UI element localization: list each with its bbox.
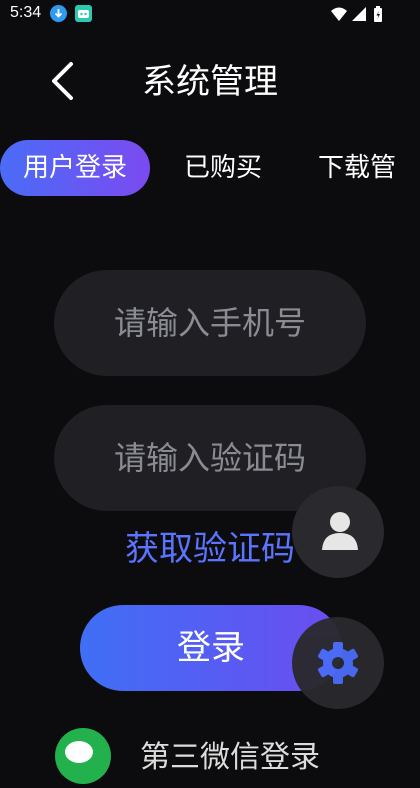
gear-icon bbox=[318, 642, 358, 684]
signal-icon bbox=[352, 7, 366, 21]
tab-bar: 用户登录 已购买 下载管 bbox=[0, 140, 420, 196]
wechat-login-label[interactable]: 第三微信登录 bbox=[140, 732, 320, 776]
user-icon bbox=[322, 512, 358, 550]
tab-user-login[interactable]: 用户登录 bbox=[0, 140, 150, 196]
phone-input[interactable] bbox=[114, 270, 364, 376]
tab-purchased[interactable]: 已购买 bbox=[184, 140, 262, 196]
user-fab-button[interactable] bbox=[292, 486, 384, 578]
download-icon bbox=[50, 5, 67, 22]
status-bar: 5:34 bbox=[0, 0, 420, 28]
status-time: 5:34 bbox=[10, 4, 42, 21]
tab-downloads[interactable]: 下载管 bbox=[318, 140, 396, 196]
settings-fab-button[interactable] bbox=[292, 617, 384, 709]
page-title: 系统管理 bbox=[142, 62, 278, 102]
status-icons bbox=[330, 5, 390, 27]
app-icon bbox=[75, 5, 92, 22]
get-code-link[interactable]: 获取验证码 bbox=[125, 525, 295, 573]
wechat-icon[interactable] bbox=[55, 728, 111, 784]
phone-field bbox=[54, 270, 366, 376]
battery-icon bbox=[374, 6, 382, 22]
wifi-icon bbox=[331, 7, 347, 21]
